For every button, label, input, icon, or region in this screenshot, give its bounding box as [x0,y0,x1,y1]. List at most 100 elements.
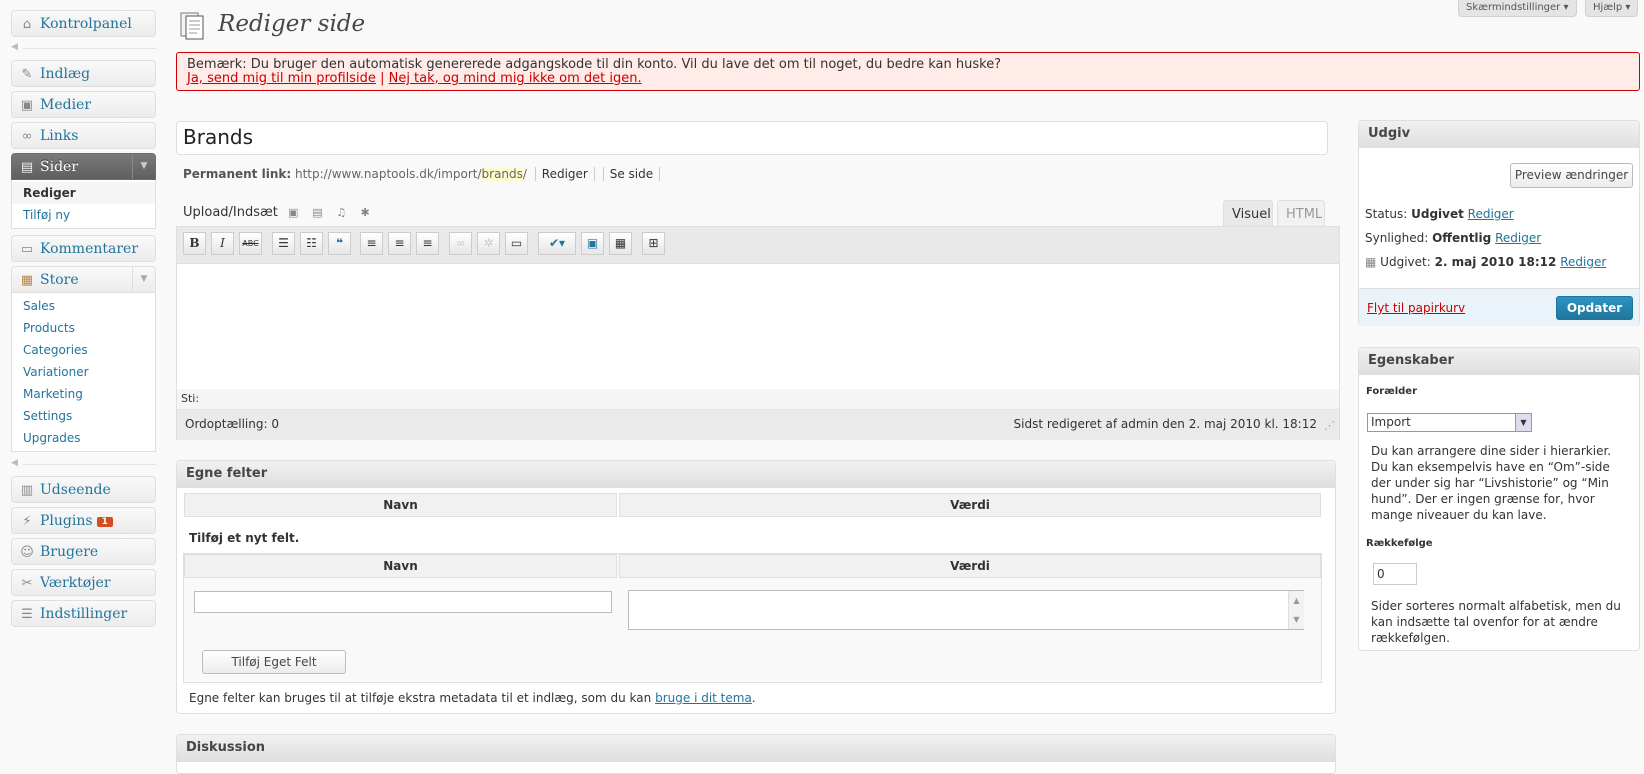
editor-toolbar: B I ABC ☰ ☷ ❝ ≡ ≡ ≡ ∞ ✲ ▭ ✔▾ ▣ ▦ ⊞ [177,227,1339,264]
publish-title[interactable]: Udgiv [1359,121,1639,148]
media-icon: ▣ [20,98,34,113]
custom-fields-title[interactable]: Egne felter [177,461,1335,488]
strikethrough-button[interactable]: ABC [239,232,262,255]
align-left-icon[interactable]: ≡ [360,232,383,255]
menu-item-pages[interactable]: ▤ Sider ▼ [11,153,156,180]
major-publishing-actions: Flyt til papirkurv Opdater [1359,288,1639,326]
edit-visibility-link[interactable]: Rediger [1495,231,1541,245]
add-video-icon[interactable]: ▤ [312,206,326,219]
menu-item-posts[interactable]: ✎ Indlæg [11,60,156,87]
menu-toggle-icon[interactable]: ▼ [132,267,155,292]
menu-item-tools[interactable]: ✂ Værktøjer [11,569,156,596]
resize-handle-icon[interactable]: ⋰ [1324,412,1335,440]
notice-link-dismiss[interactable]: Nej tak, og mind mig ikke om det igen. [389,71,642,86]
collapse-arrow-icon: ◀ [11,458,18,468]
users-icon: ☺ [20,545,34,560]
add-audio-icon[interactable]: ♫ [336,206,350,219]
submenu-item-upgrades[interactable]: Upgrades [12,427,155,449]
new-field-name-input[interactable] [194,591,612,613]
published-date-row: ▦ Udgivet: 2. maj 2010 18:12 Rediger [1365,255,1606,269]
submenu-item-products[interactable]: Products [12,317,155,339]
tab-visual[interactable]: Visuel [1223,200,1273,227]
discussion-title[interactable]: Diskussion [177,735,1335,762]
page-title: Rediger side [218,11,366,37]
italic-button[interactable]: I [211,232,234,255]
submenu-item-sales[interactable]: Sales [12,295,155,317]
submenu-item-categories[interactable]: Categories [12,339,155,361]
submenu-item-settings[interactable]: Settings [12,405,155,427]
move-to-trash-link[interactable]: Flyt til papirkurv [1367,301,1465,315]
menu-separator[interactable]: ◀ [11,42,156,54]
calendar-icon: ▦ [1365,255,1377,269]
media-upload-row: Upload/Indsæt ▣ ▤ ♫ ✱ [183,205,374,220]
view-page-button[interactable]: Se side [602,167,661,181]
attributes-title[interactable]: Egenskaber [1359,348,1639,375]
screen-options-button[interactable]: Skærmindstillinger ▾ [1458,0,1577,17]
submenu-item-variations[interactable]: Variationer [12,361,155,383]
insert-link-icon[interactable]: ∞ [449,232,472,255]
submenu-item-marketing[interactable]: Marketing [12,383,155,405]
edit-permalink-button[interactable]: Rediger [534,167,595,181]
edit-date-link[interactable]: Rediger [1560,255,1606,269]
textarea-scrollbar[interactable]: ▲ ▼ [1288,591,1304,629]
menu-item-settings[interactable]: ☰ Indstillinger [11,600,156,627]
help-text: Egne felter kan bruges til at tilføje ek… [189,691,652,705]
preview-changes-button[interactable]: Preview ændringer [1510,163,1633,188]
menu-label: Indlæg [40,66,91,82]
post-title-input[interactable]: Brands [176,121,1328,155]
fullscreen-icon[interactable]: ▣ [581,232,604,255]
unlink-icon[interactable]: ✲ [477,232,500,255]
menu-item-plugins[interactable]: ⚡ Plugins 1 [11,507,156,534]
order-input[interactable]: 0 [1373,563,1417,585]
tab-html[interactable]: HTML [1277,200,1325,227]
status-row: Status: Udgivet Rediger [1365,207,1514,221]
editor-status-bar: Ordoptælling: 0 Sidst redigeret af admin… [177,410,1339,440]
order-label: Rækkefølge [1366,538,1433,549]
spellcheck-icon[interactable]: ✔▾ [538,232,576,255]
menu-item-links[interactable]: ∞ Links [11,122,156,149]
menu-item-users[interactable]: ☺ Brugere [11,538,156,565]
notice-link-profile[interactable]: Ja, send mig til min profilside [187,71,376,86]
menu-toggle-icon[interactable]: ▼ [132,154,155,179]
more-tag-icon[interactable]: ▭ [505,232,528,255]
kitchen-sink-icon[interactable]: ▦ [609,232,632,255]
status-value: Udgivet [1411,207,1464,221]
editor-content-area[interactable] [177,264,1339,388]
submenu-item-add-new[interactable]: Tilføj ny [12,204,155,226]
update-button[interactable]: Opdater [1556,296,1633,320]
new-field-value-textarea[interactable] [628,590,1304,630]
plugin-icon: ⚡ [22,514,32,529]
permalink-slug[interactable]: brands [481,167,523,181]
pages-icon [180,12,204,40]
add-custom-field-button[interactable]: Tilføj Eget Felt [202,650,346,674]
numbered-list-icon[interactable]: ☷ [300,232,323,255]
shop-cart-icon[interactable]: ⊞ [642,232,665,255]
edit-status-link[interactable]: Rediger [1468,207,1514,221]
help-button[interactable]: Hjælp ▾ [1585,0,1639,17]
submenu-item-edit[interactable]: Rediger [12,182,155,204]
add-media-icon[interactable]: ✱ [360,206,374,219]
publish-box: Udgiv Preview ændringer Status: Udgivet … [1358,120,1640,326]
notice-separator: | [380,71,385,86]
permalink-base: http://www.naptools.dk/import/ [294,167,482,181]
parent-select[interactable]: Import ▼ [1367,413,1532,432]
content-editor: B I ABC ☰ ☷ ❝ ≡ ≡ ≡ ∞ ✲ ▭ ✔▾ ▣ ▦ ⊞ Sti: … [176,226,1340,440]
blockquote-icon[interactable]: ❝ [328,232,351,255]
settings-icon: ☰ [21,607,33,622]
menu-item-appearance[interactable]: ▥ Udseende [11,476,156,503]
align-right-icon[interactable]: ≡ [416,232,439,255]
order-help-text: Sider sorteres normalt alfabetisk, men d… [1371,599,1621,645]
menu-item-dashboard[interactable]: ⌂ Kontrolpanel [11,10,156,37]
menu-separator[interactable]: ◀ [11,458,156,470]
align-center-icon[interactable]: ≡ [388,232,411,255]
bullet-list-icon[interactable]: ☰ [272,232,295,255]
upload-label: Upload/Indsæt [183,205,278,220]
add-image-icon[interactable]: ▣ [288,206,302,219]
help-link[interactable]: bruge i dit tema [655,691,752,705]
menu-item-media[interactable]: ▣ Medier [11,91,156,118]
menu-item-store[interactable]: ▦ Store ▼ [11,266,156,293]
menu-item-comments[interactable]: ▭ Kommentarer [11,235,156,262]
bold-button[interactable]: B [183,232,206,255]
add-new-field-label: Tilføj et nyt felt. [189,531,300,545]
published-value: 2. maj 2010 18:12 [1434,255,1557,269]
